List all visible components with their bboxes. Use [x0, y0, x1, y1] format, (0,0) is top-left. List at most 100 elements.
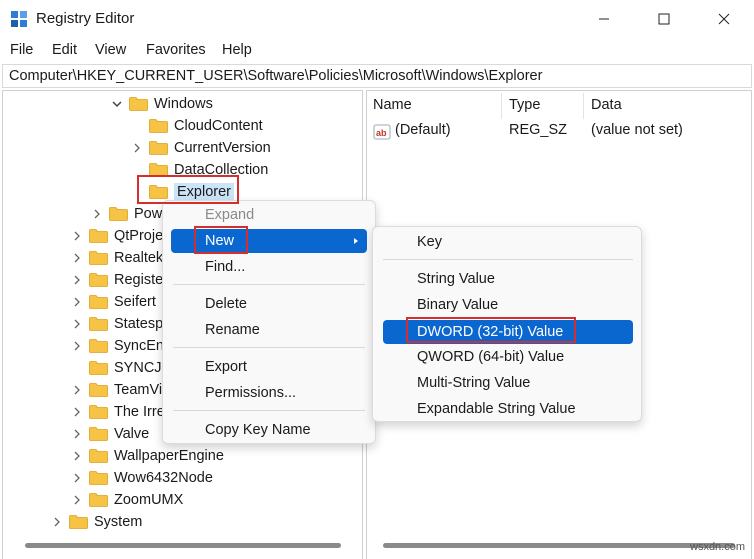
tree-horizontal-scrollbar[interactable]	[25, 543, 341, 548]
chevron-right-icon[interactable]	[71, 274, 83, 286]
tree-node[interactable]: SyncEng	[71, 335, 172, 357]
column-divider[interactable]	[583, 93, 584, 119]
tree-node[interactable]: Windows	[111, 93, 213, 115]
menu-file[interactable]: File	[10, 42, 33, 58]
menu-item-rename[interactable]: Rename	[163, 318, 375, 342]
chevron-right-icon[interactable]	[71, 318, 83, 330]
chevron-right-icon[interactable]	[71, 406, 83, 418]
address-path[interactable]: Computer\HKEY_CURRENT_USER\Software\Poli…	[9, 68, 542, 84]
tree-node[interactable]: Statesp	[71, 313, 163, 335]
registry-editor-icon	[11, 11, 27, 27]
tree-node[interactable]: Wow6432Node	[71, 467, 213, 489]
title-bar: Registry Editor	[0, 0, 754, 38]
chevron-right-icon[interactable]	[131, 142, 143, 154]
folder-icon	[89, 405, 108, 419]
tree-node[interactable]: The Irre	[71, 401, 165, 423]
tree-node[interactable]: QtProje	[71, 225, 163, 247]
value-row-type: REG_SZ	[509, 122, 568, 138]
tree-node-label: CloudContent	[174, 118, 263, 134]
menu-edit[interactable]: Edit	[52, 42, 77, 58]
folder-icon	[149, 141, 168, 155]
menu-item-find[interactable]: Find...	[163, 255, 375, 279]
tree-node-label: WallpaperEngine	[114, 448, 224, 464]
tree-node[interactable]: SYNCJM	[71, 357, 174, 379]
tree-node[interactable]: Registe	[71, 269, 163, 291]
close-icon	[718, 13, 730, 25]
folder-icon	[89, 273, 108, 287]
tree-node[interactable]: CurrentVersion	[131, 137, 271, 159]
column-header-name[interactable]: Name	[373, 97, 412, 113]
tree-node[interactable]: Realtek	[71, 247, 163, 269]
menu-item-label: Find...	[205, 259, 246, 275]
tree-node-label: Pow	[134, 206, 163, 222]
tree-node[interactable]: WallpaperEngine	[71, 445, 224, 467]
values-horizontal-scrollbar[interactable]	[383, 543, 735, 548]
submenu-item-key[interactable]: Key	[373, 230, 641, 254]
chevron-right-icon[interactable]	[71, 230, 83, 242]
maximize-button[interactable]	[634, 0, 694, 38]
watermark: wsxdn.com	[690, 541, 746, 553]
address-bar[interactable]: Computer\HKEY_CURRENT_USER\Software\Poli…	[2, 64, 752, 88]
menu-help[interactable]: Help	[222, 42, 252, 58]
folder-icon	[149, 119, 168, 133]
tree-node[interactable]: ZoomUMX	[71, 489, 183, 511]
svg-text:ab: ab	[376, 128, 387, 138]
submenu-item-multi-string-value[interactable]: Multi-String Value	[373, 371, 641, 395]
menu-item-label: Export	[205, 359, 247, 375]
chevron-right-icon[interactable]	[71, 472, 83, 484]
menu-item-label: Copy Key Name	[205, 422, 311, 438]
tree-node[interactable]: System	[51, 511, 142, 533]
chevron-right-icon[interactable]	[71, 340, 83, 352]
menu-view[interactable]: View	[95, 42, 126, 58]
chevron-right-icon[interactable]	[71, 494, 83, 506]
chevron-right-icon[interactable]	[71, 384, 83, 396]
close-button[interactable]	[694, 0, 754, 38]
submenu-item-expandable-string-value[interactable]: Expandable String Value	[373, 397, 641, 421]
menu-favorites[interactable]: Favorites	[146, 42, 206, 58]
chevron-right-icon[interactable]	[71, 296, 83, 308]
annotation-box-explorer	[137, 175, 239, 204]
menu-item-permissions[interactable]: Permissions...	[163, 381, 375, 405]
folder-icon	[89, 449, 108, 463]
tree-node-label: Seifert	[114, 294, 156, 310]
submenu-item-label: Multi-String Value	[417, 375, 531, 391]
column-divider[interactable]	[501, 93, 502, 119]
tree-node[interactable]: Seifert	[71, 291, 156, 313]
maximize-icon	[658, 13, 670, 25]
menu-item-export[interactable]: Export	[163, 355, 375, 379]
menu-item-label: Permissions...	[205, 385, 297, 401]
tree-node[interactable]: Pow	[91, 203, 162, 225]
annotation-box-dword	[406, 317, 576, 343]
value-row-name[interactable]: (Default)	[395, 122, 451, 138]
chevron-right-icon[interactable]	[71, 428, 83, 440]
chevron-right-icon[interactable]	[51, 516, 63, 528]
menu-bar: File Edit View Favorites Help	[0, 40, 754, 62]
tree-node[interactable]: Valve	[71, 423, 149, 445]
menu-item-copy-key-name[interactable]: Copy Key Name	[163, 418, 375, 442]
folder-icon	[109, 207, 128, 221]
annotation-box-new	[194, 226, 248, 254]
minimize-button[interactable]	[574, 0, 634, 38]
submenu-item-qword-value[interactable]: QWORD (64-bit) Value	[373, 345, 641, 369]
menu-item-label: Rename	[205, 322, 260, 338]
chevron-down-icon[interactable]	[111, 98, 123, 110]
menu-separator	[383, 259, 633, 260]
column-header-data[interactable]: Data	[591, 97, 622, 113]
tree-node-label: QtProje	[114, 228, 164, 244]
menu-separator	[173, 284, 365, 285]
menu-item-delete[interactable]: Delete	[163, 292, 375, 316]
submenu-item-binary-value[interactable]: Binary Value	[373, 293, 641, 317]
folder-icon	[89, 493, 108, 507]
chevron-right-icon[interactable]	[71, 450, 83, 462]
submenu-item-label: Key	[417, 234, 442, 250]
minimize-icon	[599, 18, 609, 20]
folder-icon	[129, 97, 148, 111]
column-header-type[interactable]: Type	[509, 97, 540, 113]
submenu-item-string-value[interactable]: String Value	[373, 267, 641, 291]
tree-node-label: CurrentVersion	[174, 140, 271, 156]
tree-node[interactable]: CloudContent	[131, 115, 263, 137]
tree-node[interactable]: TeamVi	[71, 379, 162, 401]
chevron-right-icon[interactable]	[91, 208, 103, 220]
chevron-right-icon[interactable]	[71, 252, 83, 264]
